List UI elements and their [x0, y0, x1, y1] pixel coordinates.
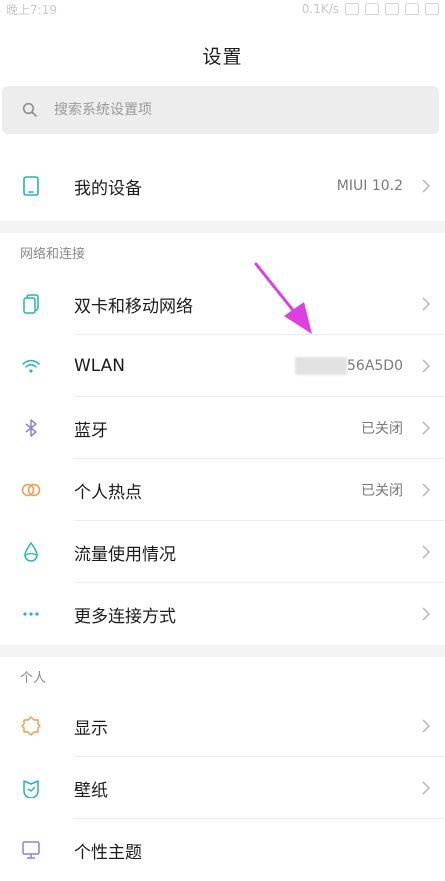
- wallpaper-row[interactable]: 壁纸: [0, 757, 445, 819]
- signal-icon: [365, 3, 379, 15]
- theme-label: 个性主题: [74, 842, 142, 863]
- chevron-right-icon: [422, 781, 431, 795]
- more-connections-row[interactable]: 更多连接方式: [0, 583, 445, 645]
- sim-mobile-network-row[interactable]: 双卡和移动网络: [0, 273, 445, 335]
- wlan-ssid-text: 56A5D0: [347, 358, 403, 374]
- wlan-value: 56A5D0: [295, 357, 403, 375]
- status-time: 晚上7:19: [6, 2, 57, 17]
- chevron-right-icon: [422, 297, 431, 311]
- chevron-right-icon: [422, 545, 431, 559]
- alarm-icon: [345, 3, 359, 15]
- wallpaper-label: 壁纸: [74, 780, 108, 801]
- data-usage-label: 流量使用情况: [74, 544, 176, 565]
- search-bar[interactable]: [2, 86, 439, 134]
- more-connections-label: 更多连接方式: [74, 606, 176, 627]
- display-label: 显示: [74, 718, 108, 739]
- wifi-status-icon: [405, 3, 419, 15]
- bluetooth-status: 已关闭: [361, 421, 403, 437]
- search-icon: [22, 102, 37, 117]
- theme-row[interactable]: 个性主题: [0, 819, 445, 881]
- page-title: 设置: [202, 46, 243, 68]
- hotspot-label: 个人热点: [74, 482, 142, 503]
- bluetooth-label: 蓝牙: [74, 420, 108, 441]
- search-input[interactable]: [52, 101, 356, 119]
- chevron-right-icon: [422, 719, 431, 733]
- hotspot-icon: [20, 479, 42, 501]
- section-header-personal: 个人: [20, 670, 47, 686]
- hotspot-status: 已关闭: [361, 483, 403, 499]
- section-header-network: 网络和连接: [20, 246, 86, 262]
- wallpaper-icon: [20, 777, 42, 799]
- wlan-label: WLAN: [74, 356, 126, 376]
- data-usage-icon: [20, 541, 42, 563]
- section-divider: [0, 221, 445, 233]
- status-indicators: 0.1K/s: [302, 2, 439, 16]
- chevron-right-icon: [422, 179, 431, 193]
- wifi-icon: [20, 355, 42, 377]
- my-device-label: 我的设备: [74, 178, 142, 199]
- data-usage-row[interactable]: 流量使用情况: [0, 521, 445, 583]
- chevron-right-icon: [422, 483, 431, 497]
- signal-icon-2: [385, 3, 399, 15]
- tablet-icon: [20, 175, 42, 197]
- theme-icon: [20, 839, 42, 861]
- bluetooth-icon: [20, 417, 42, 439]
- display-row[interactable]: 显示: [0, 695, 445, 757]
- section-divider: [0, 645, 445, 657]
- more-dots-icon: [20, 603, 42, 625]
- hotspot-row[interactable]: 个人热点 已关闭: [0, 459, 445, 521]
- status-bar: 晚上7:19 0.1K/s: [0, 0, 445, 18]
- battery-icon: [425, 3, 439, 15]
- bluetooth-row[interactable]: 蓝牙 已关闭: [0, 397, 445, 459]
- sim-cards-icon: [20, 293, 42, 315]
- my-device-row[interactable]: 我的设备 MIUI 10.2: [0, 155, 445, 217]
- annotation-arrow-icon: [254, 262, 312, 334]
- display-brightness-icon: [20, 715, 42, 737]
- wlan-row[interactable]: WLAN 56A5D0: [0, 335, 445, 397]
- chevron-right-icon: [422, 359, 431, 373]
- network-speed: 0.1K/s: [301, 2, 339, 16]
- redacted-ssid: [295, 357, 347, 375]
- chevron-right-icon: [422, 421, 431, 435]
- chevron-right-icon: [422, 607, 431, 621]
- sim-mobile-network-label: 双卡和移动网络: [74, 296, 193, 317]
- my-device-value: MIUI 10.2: [336, 178, 403, 194]
